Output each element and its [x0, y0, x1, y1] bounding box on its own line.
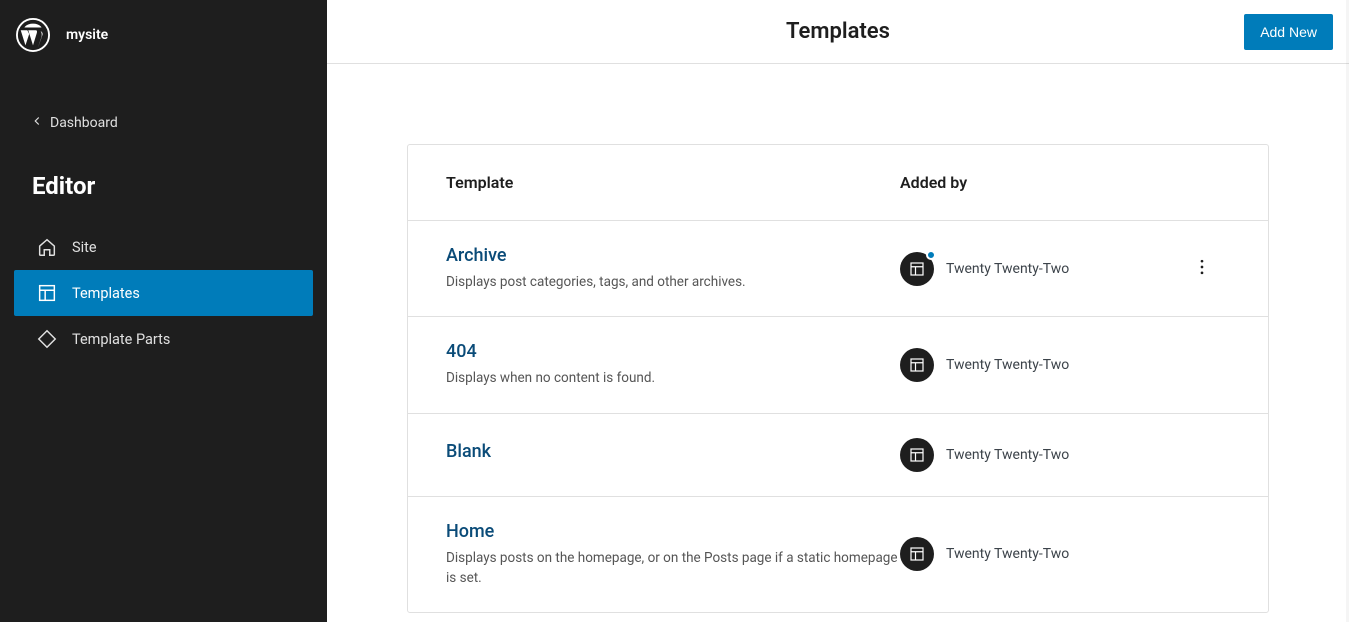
template-name-link[interactable]: Archive: [446, 245, 507, 266]
nav-item-label: Site: [72, 239, 97, 256]
sidebar: mysite Dashboard Editor Site Templates T…: [0, 0, 327, 622]
avatar: [900, 348, 934, 382]
layout-icon: [36, 282, 58, 304]
table-header: Template Added by: [408, 145, 1268, 221]
added-by-text: Twenty Twenty-Two: [946, 447, 1069, 463]
sidebar-header: mysite: [0, 0, 327, 70]
main-content: Templates Add New Template Added by Arch…: [327, 0, 1349, 622]
column-header-template: Template: [446, 173, 900, 192]
add-new-button[interactable]: Add New: [1244, 14, 1333, 50]
editor-nav: Site Templates Template Parts: [0, 224, 327, 362]
table-body: Archive Displays post categories, tags, a…: [408, 221, 1268, 612]
nav-item-label: Templates: [72, 285, 140, 302]
added-by-cell: Twenty Twenty-Two: [900, 252, 1174, 286]
avatar: [900, 438, 934, 472]
template-description: Displays post categories, tags, and othe…: [446, 272, 900, 292]
template-description: Displays when no content is found.: [446, 368, 900, 388]
table-row: Blank Twenty Twenty-Two: [408, 414, 1268, 497]
template-name-link[interactable]: 404: [446, 341, 477, 362]
layout-icon: [900, 438, 934, 472]
added-by-text: Twenty Twenty-Two: [946, 261, 1069, 277]
template-cell: Home Displays posts on the homepage, or o…: [446, 521, 900, 589]
template-description: Displays posts on the homepage, or on th…: [446, 548, 900, 589]
layout-icon: [900, 348, 934, 382]
topbar: Templates Add New: [327, 0, 1349, 64]
avatar: [900, 252, 934, 286]
column-header-added-by: Added by: [900, 173, 1174, 192]
chevron-left-icon: [30, 114, 44, 132]
table-row: Home Displays posts on the homepage, or o…: [408, 497, 1268, 613]
added-by-text: Twenty Twenty-Two: [946, 357, 1069, 373]
nav-item-site[interactable]: Site: [14, 224, 313, 270]
nav-item-templates[interactable]: Templates: [14, 270, 313, 316]
avatar: [900, 537, 934, 571]
back-link-label: Dashboard: [50, 115, 118, 131]
editor-section-title: Editor: [0, 148, 327, 224]
added-by-text: Twenty Twenty-Two: [946, 546, 1069, 562]
nav-item-template-parts[interactable]: Template Parts: [14, 316, 313, 362]
page-title: Templates: [786, 19, 890, 44]
template-cell: Blank: [446, 441, 900, 468]
template-name-link[interactable]: Blank: [446, 441, 491, 462]
symbol-icon: [36, 328, 58, 350]
added-by-cell: Twenty Twenty-Two: [900, 537, 1174, 571]
wordpress-logo-icon[interactable]: [16, 18, 50, 52]
added-by-cell: Twenty Twenty-Two: [900, 438, 1174, 472]
template-cell: 404 Displays when no content is found.: [446, 341, 900, 388]
nav-item-label: Template Parts: [72, 331, 170, 348]
template-cell: Archive Displays post categories, tags, a…: [446, 245, 900, 292]
added-by-cell: Twenty Twenty-Two: [900, 348, 1174, 382]
layout-icon: [900, 537, 934, 571]
table-row: Archive Displays post categories, tags, a…: [408, 221, 1268, 317]
row-actions[interactable]: [1174, 257, 1230, 281]
table-row: 404 Displays when no content is found. Twe…: [408, 317, 1268, 413]
site-name[interactable]: mysite: [66, 27, 108, 43]
home-icon: [36, 236, 58, 258]
content-area: Template Added by Archive Displays post c…: [327, 64, 1349, 622]
templates-table: Template Added by Archive Displays post c…: [407, 144, 1269, 613]
back-to-dashboard-link[interactable]: Dashboard: [0, 98, 327, 148]
more-vertical-icon: [1192, 257, 1212, 281]
customized-indicator-icon: [926, 250, 936, 260]
template-name-link[interactable]: Home: [446, 521, 494, 542]
